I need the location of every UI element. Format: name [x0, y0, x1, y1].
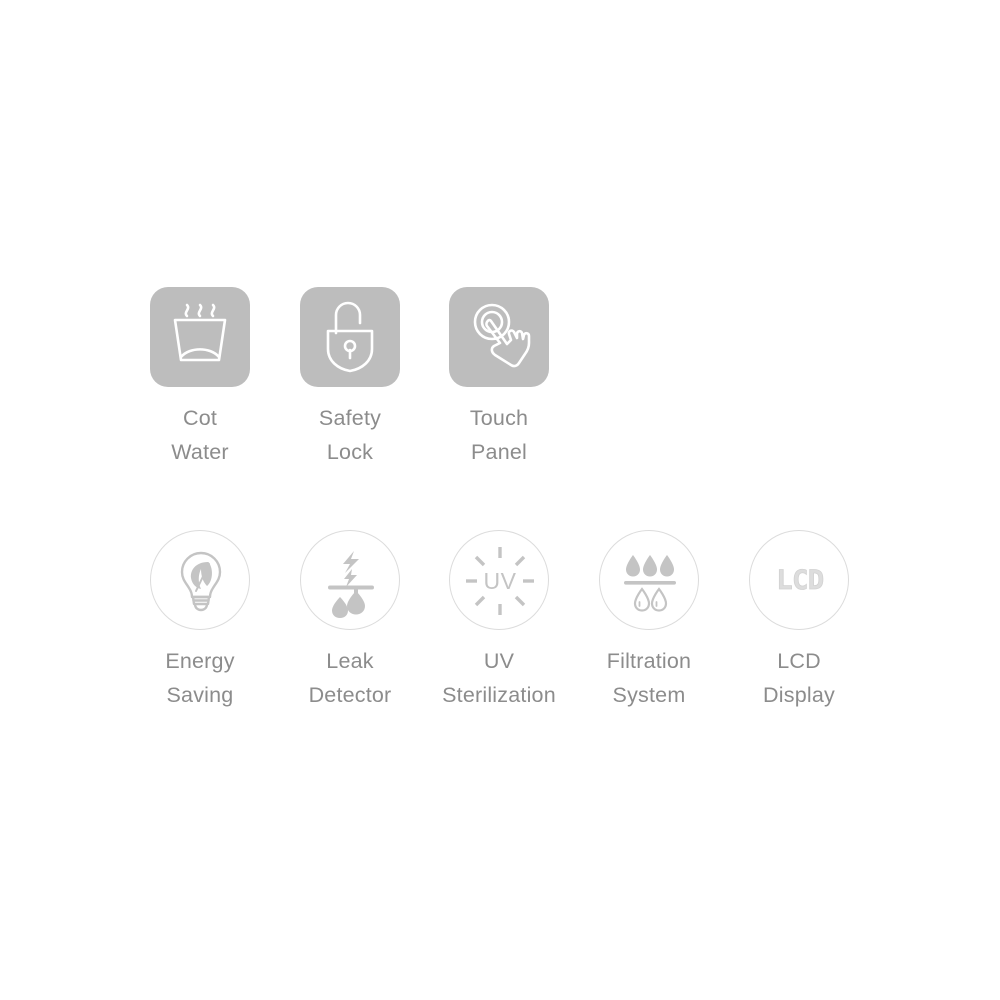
leak-detector-circle [300, 530, 400, 630]
filtration-system-circle [599, 530, 699, 630]
hot-water-cup-icon [173, 303, 227, 362]
label-line-1: LCD [777, 649, 821, 673]
label-line-2: Panel [471, 440, 527, 464]
lightbulb-leaf-icon [180, 551, 222, 612]
lcd-icon-text: LCD [776, 565, 824, 596]
touch-hand-icon [473, 303, 531, 368]
feature-icon-board: Cot Water Safety Lock Touch Panel Energy… [0, 0, 1000, 1000]
leak-bolt-drops-icon [328, 551, 374, 618]
lcd-display-icon: LCD [776, 565, 825, 597]
feature-label: UV Sterilization [424, 644, 574, 712]
feature-label: Leak Detector [275, 644, 425, 712]
feature-label: Safety Lock [275, 401, 425, 469]
feature-safety-lock[interactable]: Safety Lock [275, 287, 425, 469]
feature-leak-detector[interactable]: Leak Detector [275, 530, 425, 712]
feature-label: Touch Panel [424, 401, 574, 469]
label-line-1: Filtration [606, 649, 692, 673]
feature-label: Filtration System [574, 644, 724, 712]
safety-lock-tile [300, 287, 400, 387]
label-line-1: Leak [326, 649, 374, 673]
uv-rays-icon: UV [466, 547, 534, 615]
label-line-2: Display [763, 683, 835, 707]
feature-touch-panel[interactable]: Touch Panel [424, 287, 574, 469]
energy-saving-circle [150, 530, 250, 630]
feature-energy-saving[interactable]: Energy Saving [125, 530, 275, 712]
label-line-2: Water [171, 440, 229, 464]
feature-uv-sterilization[interactable]: UV UV Sterilization [424, 530, 574, 712]
label-line-1: UV [483, 649, 515, 673]
uv-icon-text: UV [484, 568, 517, 594]
label-line-2: System [612, 683, 686, 707]
label-line-2: Saving [166, 683, 234, 707]
cot-water-tile [150, 287, 250, 387]
filtration-drops-icon [624, 555, 676, 612]
label-line-2: Detector [308, 683, 392, 707]
lcd-display-circle: LCD [749, 530, 849, 630]
feature-filtration-system[interactable]: Filtration System [574, 530, 724, 712]
label-line-1: Touch [469, 406, 529, 430]
padlock-icon [326, 301, 374, 373]
label-line-2: Lock [326, 440, 374, 464]
feature-label: Energy Saving [125, 644, 275, 712]
feature-label: LCD Display [724, 644, 874, 712]
feature-cot-water[interactable]: Cot Water [125, 287, 275, 469]
label-line-1: Safety [318, 406, 382, 430]
touch-panel-tile [449, 287, 549, 387]
label-line-2: Sterilization [442, 683, 556, 707]
label-line-1: Cot [182, 406, 218, 430]
label-line-1: Energy [165, 649, 235, 673]
uv-sterilization-circle: UV [449, 530, 549, 630]
feature-lcd-display[interactable]: LCD LCD Display [724, 530, 874, 712]
feature-label: Cot Water [125, 401, 275, 469]
